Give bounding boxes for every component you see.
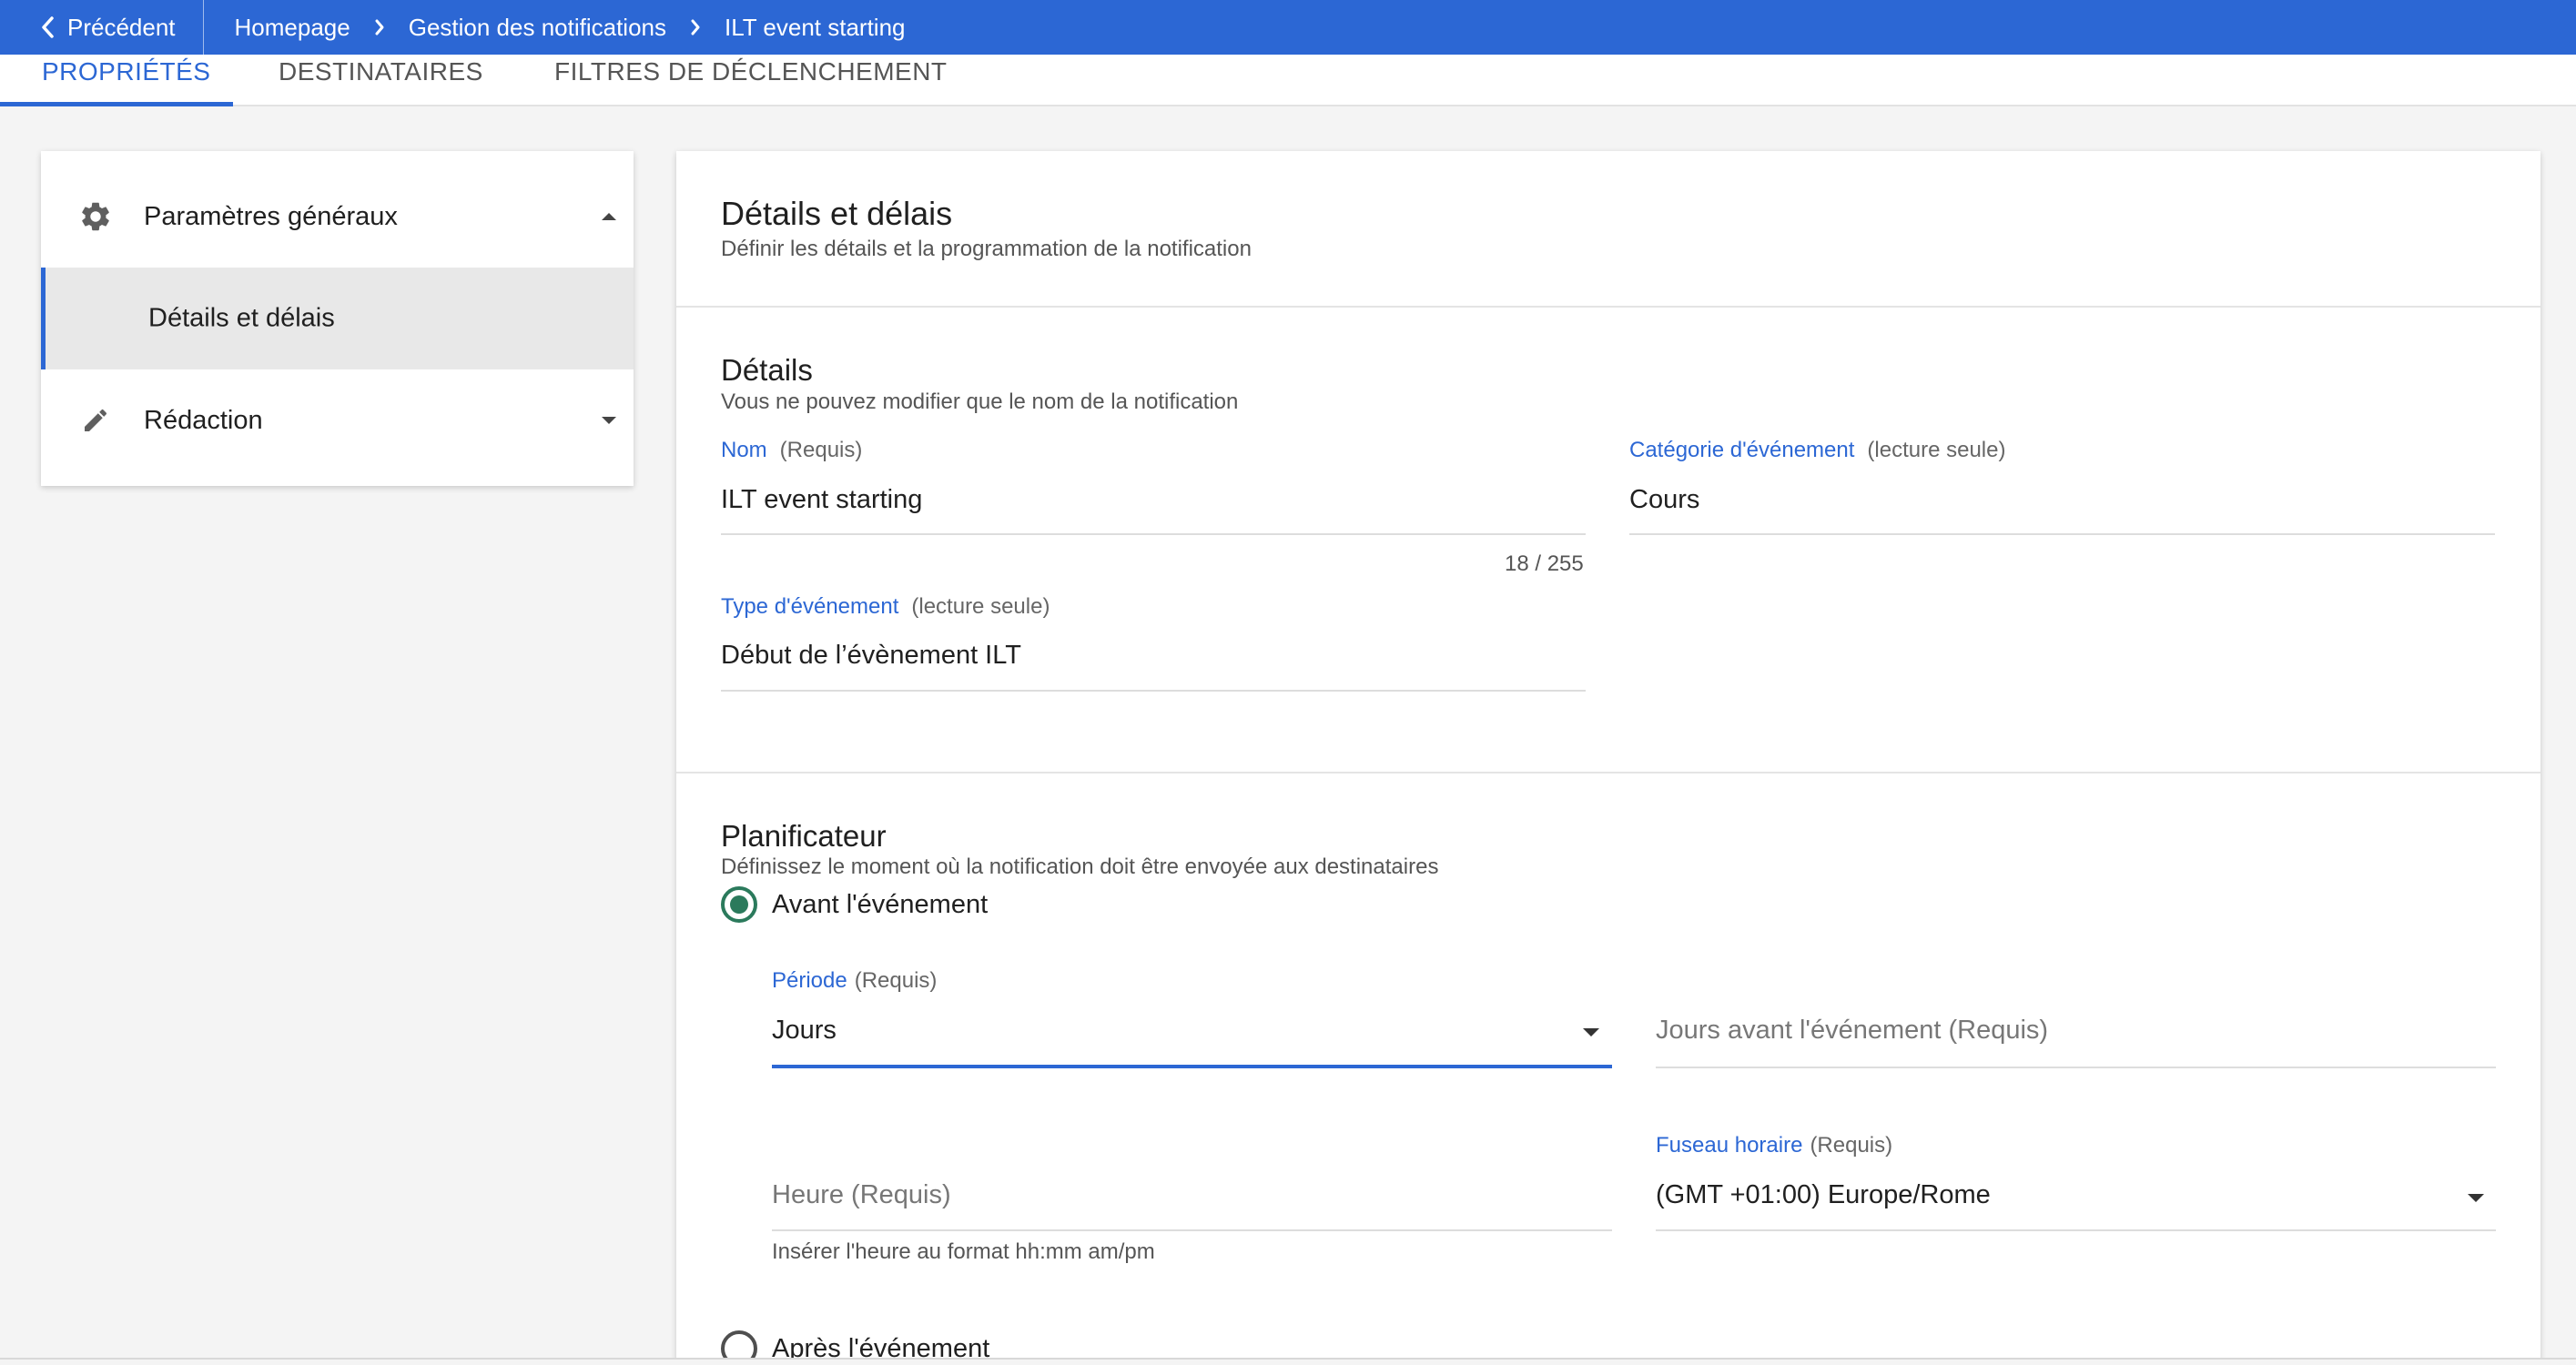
time-input-underline <box>772 1229 1612 1231</box>
chevron-left-icon <box>42 16 54 38</box>
active-tab-indicator <box>0 102 233 106</box>
period-label: Période <box>772 968 847 993</box>
sidebar-section-redaction[interactable]: Rédaction <box>41 369 634 471</box>
required-qualifier: (Requis) <box>854 968 938 993</box>
event-type-label: Type d'événement <box>721 594 899 619</box>
name-field-label: Nom (Requis) <box>721 438 862 463</box>
timezone-field-label: Fuseau horaire (Requis) <box>1656 1133 1892 1158</box>
scheduler-section-title: Planificateur <box>721 819 887 853</box>
name-input-underline <box>721 533 1586 535</box>
tab-proprietes[interactable]: PROPRIÉTÉS <box>42 55 210 106</box>
period-select[interactable]: Jours <box>772 1016 837 1046</box>
before-event-radio[interactable] <box>721 886 757 923</box>
time-format-hint: Insérer l'heure au format hh:mm am/pm <box>772 1239 1155 1264</box>
timezone-label: Fuseau horaire <box>1656 1133 1803 1158</box>
tab-destinataires[interactable]: DESTINATAIRES <box>279 55 483 106</box>
timezone-select[interactable]: (GMT +01:00) Europe/Rome <box>1656 1180 1991 1210</box>
pencil-icon <box>76 400 116 440</box>
details-section-title: Détails <box>721 353 813 387</box>
name-char-counter: 18 / 255 <box>1505 551 1584 576</box>
sidebar-section-parametres-generaux[interactable]: Paramètres généraux <box>41 166 634 268</box>
event-type-field-label: Type d'événement (lecture seule) <box>721 594 1050 620</box>
before-event-label: Avant l'événement <box>772 890 989 919</box>
caret-up-icon[interactable] <box>595 203 623 230</box>
back-button[interactable]: Précédent <box>0 0 204 55</box>
event-type-value: Début de l’évènement ILT <box>721 641 1021 670</box>
chevron-right-icon <box>374 18 385 36</box>
back-label: Précédent <box>67 13 176 41</box>
divider <box>676 306 2541 308</box>
days-before-underline <box>1656 1067 2496 1068</box>
category-value: Cours <box>1629 485 1700 514</box>
sidebar-item-details-et-delais[interactable]: Détails et délais <box>41 268 634 369</box>
sidebar-item-label: Détails et délais <box>148 303 335 333</box>
dropdown-arrow-icon[interactable] <box>1580 1026 1602 1039</box>
chevron-right-icon <box>690 18 701 36</box>
tabs-bar: PROPRIÉTÉS DESTINATAIRES FILTRES DE DÉCL… <box>0 55 2576 106</box>
radio-dot <box>730 895 748 914</box>
top-navigation-bar: Précédent Homepage Gestion des notificat… <box>0 0 2576 55</box>
tab-filtres-declenchement[interactable]: FILTRES DE DÉCLENCHEMENT <box>554 55 948 106</box>
scheduler-section-subtitle: Définissez le moment où la notification … <box>721 854 1439 879</box>
readonly-qualifier: (lecture seule) <box>1867 438 2006 462</box>
divider <box>676 772 2541 774</box>
time-input[interactable]: Heure (Requis) <box>772 1180 951 1210</box>
breadcrumb-current: ILT event starting <box>725 13 906 41</box>
sidebar-section-label: Rédaction <box>144 405 263 435</box>
name-input[interactable]: ILT event starting <box>721 485 922 515</box>
period-field-label: Période (Requis) <box>772 968 937 994</box>
caret-down-icon[interactable] <box>595 407 623 434</box>
readonly-qualifier: (lecture seule) <box>911 594 1050 619</box>
required-qualifier: (Requis) <box>779 438 863 462</box>
period-select-underline <box>772 1065 1612 1068</box>
category-label: Catégorie d'événement <box>1629 438 1855 462</box>
page-subtitle: Définir les détails et la programmation … <box>721 237 1252 261</box>
gear-icon <box>76 197 116 237</box>
dropdown-arrow-icon[interactable] <box>2465 1192 2487 1205</box>
bottom-edge <box>0 1358 2576 1365</box>
event-type-underline <box>721 690 1586 692</box>
required-qualifier: (Requis) <box>1810 1133 1893 1158</box>
category-field-label: Catégorie d'événement (lecture seule) <box>1629 438 2005 463</box>
timezone-underline <box>1656 1229 2496 1231</box>
name-label: Nom <box>721 438 767 462</box>
details-card: Détails et délais Définir les détails et… <box>676 151 2541 1365</box>
breadcrumb-notifications[interactable]: Gestion des notifications <box>409 14 666 42</box>
details-section-subtitle: Vous ne pouvez modifier que le nom de la… <box>721 389 1239 414</box>
category-underline <box>1629 533 2495 535</box>
settings-sidebar: Paramètres généraux Détails et délais Ré… <box>41 151 634 486</box>
breadcrumb-homepage[interactable]: Homepage <box>235 14 350 42</box>
page-title: Détails et délais <box>721 195 953 232</box>
days-before-input[interactable]: Jours avant l'événement (Requis) <box>1656 1016 2048 1046</box>
sidebar-section-label: Paramètres généraux <box>144 201 398 231</box>
breadcrumb: Homepage Gestion des notifications ILT e… <box>204 14 906 42</box>
